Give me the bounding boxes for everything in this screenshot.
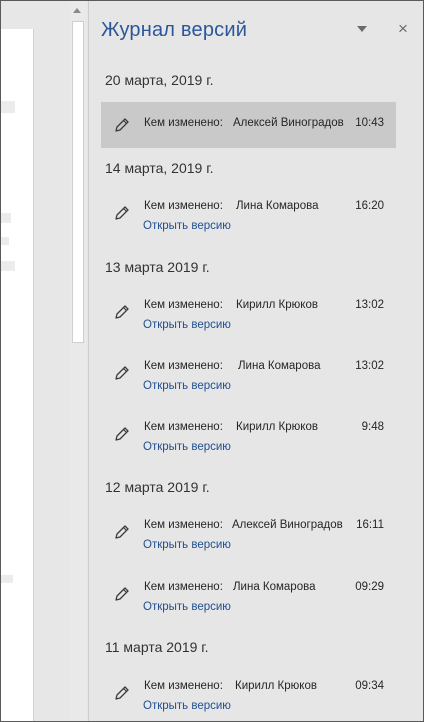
version-time: 10:43 bbox=[355, 117, 384, 129]
open-version-link[interactable]: Открыть версию bbox=[143, 601, 231, 613]
author-name: Кирилл Крюков bbox=[236, 299, 318, 311]
document-text-fragment bbox=[1, 213, 11, 223]
date-heading: 20 марта, 2019 г. bbox=[105, 72, 214, 88]
date-heading: 14 марта, 2019 г. bbox=[105, 160, 214, 176]
version-entry[interactable]: Кем изменено: Лина Комарова 13:02 Открыт… bbox=[101, 360, 396, 402]
version-entry[interactable]: Кем изменено: Кирилл Крюков 9:48 Открыть… bbox=[101, 421, 396, 463]
open-version-link[interactable]: Открыть версию bbox=[143, 441, 231, 453]
version-entry[interactable]: Кем изменено: Кирилл Крюков 09:34 Открыт… bbox=[101, 680, 396, 721]
document-text-fragment bbox=[1, 101, 15, 113]
changed-by-label: Кем изменено: bbox=[144, 299, 223, 311]
version-entry[interactable]: Кем изменено: Лина Комарова 16:20 Открыт… bbox=[101, 200, 396, 242]
version-time: 16:20 bbox=[355, 200, 384, 212]
version-time: 09:34 bbox=[355, 680, 384, 692]
document-page[interactable] bbox=[1, 29, 34, 721]
changed-by-label: Кем изменено: bbox=[144, 581, 223, 593]
open-version-link[interactable]: Открыть версию bbox=[143, 539, 231, 551]
version-time: 9:48 bbox=[361, 421, 384, 433]
author-name: Алексей Виноградов bbox=[233, 117, 344, 129]
panel-title: Журнал версий bbox=[101, 19, 248, 41]
author-name: Кирилл Крюков bbox=[235, 680, 317, 692]
open-version-link[interactable]: Открыть версию bbox=[143, 380, 231, 392]
document-area bbox=[1, 1, 69, 721]
pencil-icon bbox=[115, 686, 129, 700]
version-time: 13:02 bbox=[355, 299, 384, 311]
pencil-icon bbox=[115, 587, 129, 601]
panel-options-button[interactable] bbox=[355, 23, 369, 35]
version-entry[interactable]: Кем изменено: Кирилл Крюков 13:02 Открыт… bbox=[101, 299, 396, 341]
version-entry[interactable]: Кем изменено: Алексей Виноградов 10:43 bbox=[101, 102, 396, 148]
changed-by-label: Кем изменено: bbox=[144, 680, 223, 692]
scroll-up-arrow-icon[interactable] bbox=[73, 8, 81, 13]
changed-by-label: Кем изменено: bbox=[144, 117, 223, 129]
date-heading: 13 марта 2019 г. bbox=[105, 259, 210, 275]
pencil-icon bbox=[115, 305, 129, 319]
close-icon[interactable]: × bbox=[395, 19, 411, 39]
author-name: Алексей Виноградов bbox=[232, 519, 343, 531]
version-history-panel: Журнал версий × 20 марта, 2019 г. Кем из… bbox=[88, 1, 423, 721]
version-time: 13:02 bbox=[355, 360, 384, 372]
version-entry[interactable]: Кем изменено: Лина Комарова 09:29 Открыт… bbox=[101, 581, 396, 623]
pencil-icon bbox=[115, 206, 129, 220]
author-name: Лина Комарова bbox=[238, 360, 321, 372]
open-version-link[interactable]: Открыть версию bbox=[143, 700, 231, 712]
changed-by-label: Кем изменено: bbox=[144, 200, 223, 212]
version-entry[interactable]: Кем изменено: Алексей Виноградов 16:11 О… bbox=[101, 519, 396, 561]
version-time: 09:29 bbox=[355, 581, 384, 593]
dropdown-triangle-icon bbox=[357, 26, 367, 32]
date-heading: 12 марта 2019 г. bbox=[105, 479, 210, 495]
date-heading: 11 марта 2019 г. bbox=[105, 639, 209, 655]
scrollbar-thumb[interactable] bbox=[72, 21, 84, 343]
document-text-fragment bbox=[1, 261, 15, 271]
author-name: Лина Комарова bbox=[236, 200, 319, 212]
changed-by-label: Кем изменено: bbox=[144, 360, 223, 372]
author-name: Лина Комарова bbox=[233, 581, 316, 593]
changed-by-label: Кем изменено: bbox=[144, 421, 223, 433]
pencil-icon bbox=[115, 427, 129, 441]
vertical-scrollbar[interactable] bbox=[69, 1, 87, 721]
document-text-fragment bbox=[1, 575, 13, 583]
author-name: Кирилл Крюков bbox=[236, 421, 318, 433]
open-version-link[interactable]: Открыть версию bbox=[143, 319, 231, 331]
pencil-icon bbox=[115, 118, 129, 132]
open-version-link[interactable]: Открыть версию bbox=[143, 220, 231, 232]
changed-by-label: Кем изменено: bbox=[144, 519, 223, 531]
version-time: 16:11 bbox=[356, 519, 384, 531]
pencil-icon bbox=[115, 366, 129, 380]
document-text-fragment bbox=[1, 237, 9, 245]
pencil-icon bbox=[115, 525, 129, 539]
app-window: Журнал версий × 20 марта, 2019 г. Кем из… bbox=[0, 0, 424, 722]
